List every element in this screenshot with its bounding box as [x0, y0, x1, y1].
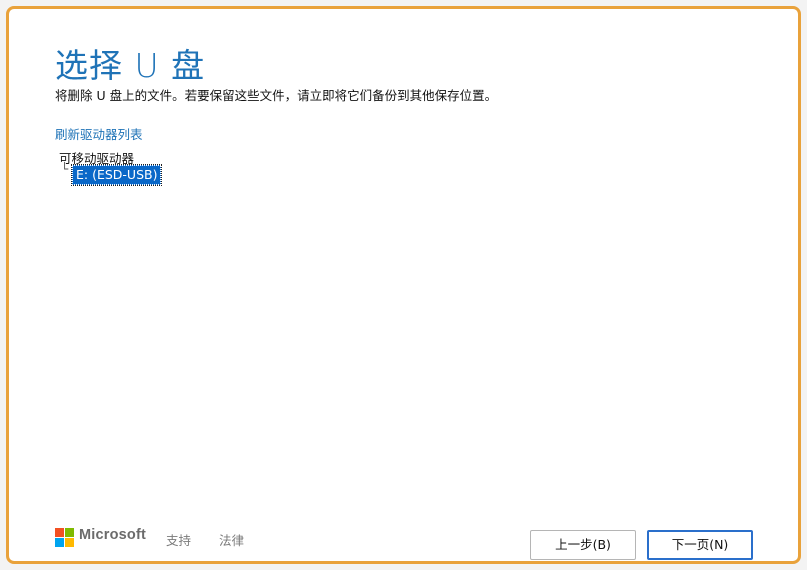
microsoft-logo-icon: [55, 528, 74, 547]
legal-link[interactable]: 法律: [219, 530, 244, 549]
page-subtitle: 将删除 U 盘上的文件。若要保留这些文件，请立即将它们备份到其他保存位置。: [55, 88, 498, 103]
tree-connector-icon: └: [61, 162, 69, 176]
drive-list-item-e[interactable]: E: (ESD-USB): [70, 164, 163, 186]
microsoft-brand-text: Microsoft: [79, 527, 147, 543]
setup-window: 选择 U 盘 将删除 U 盘上的文件。若要保留这些文件，请立即将它们备份到其他保…: [6, 6, 801, 564]
page-title: 选择 U 盘: [55, 46, 206, 85]
logo-square-yellow: [65, 538, 74, 547]
back-button[interactable]: 上一步(B): [530, 530, 636, 560]
logo-square-red: [55, 528, 64, 537]
logo-square-green: [65, 528, 74, 537]
refresh-drive-list-link[interactable]: 刷新驱动器列表: [55, 124, 143, 143]
logo-square-blue: [55, 538, 64, 547]
support-link[interactable]: 支持: [166, 530, 191, 549]
next-button[interactable]: 下一页(N): [647, 530, 753, 560]
